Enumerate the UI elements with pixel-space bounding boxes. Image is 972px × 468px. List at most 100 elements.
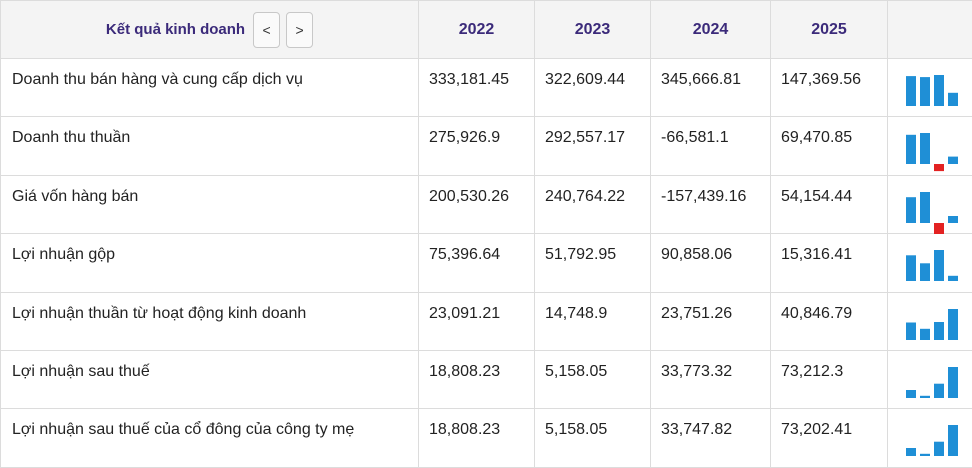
year-header-2023: 2023	[535, 1, 651, 59]
spark-bar-2025	[948, 367, 958, 398]
sparkline-chart	[888, 409, 972, 467]
row-label-cell: Lợi nhuận sau thuế	[1, 350, 419, 408]
spark-bar-2022	[906, 197, 916, 223]
row-label: Lợi nhuận sau thuế	[1, 351, 418, 381]
sparkline-chart	[888, 59, 972, 117]
spark-bar-2023	[920, 192, 930, 223]
value-2025: 40,846.79	[771, 293, 887, 323]
sparkline-cell	[888, 234, 972, 292]
value-2022: 18,808.23	[419, 409, 534, 439]
value-cell: 54,154.44	[771, 175, 888, 233]
section-title: Kết quả kinh doanh	[106, 21, 245, 38]
value-2025: 54,154.44	[771, 176, 887, 206]
value-cell: 322,609.44	[535, 59, 651, 117]
row-label: Doanh thu thuần	[1, 117, 418, 147]
sparkline-chart	[888, 351, 972, 409]
spark-bar-2022	[906, 76, 916, 106]
value-2023: 240,764.22	[535, 176, 650, 206]
spark-bar-2022	[906, 135, 916, 164]
row-label-cell: Doanh thu bán hàng và cung cấp dịch vụ	[1, 59, 419, 117]
value-2022: 18,808.23	[419, 351, 534, 381]
spark-bar-2025	[948, 157, 958, 164]
spark-bar-2022	[906, 448, 916, 456]
next-period-button[interactable]: >	[286, 12, 313, 48]
row-label-cell: Lợi nhuận thuần từ hoạt động kinh doanh	[1, 292, 419, 350]
value-cell: 51,792.95	[535, 234, 651, 292]
value-2025: 73,212.3	[771, 351, 887, 381]
value-2022: 200,530.26	[419, 176, 534, 206]
spark-bar-2024	[934, 322, 944, 340]
spark-bar-2022	[906, 255, 916, 281]
value-cell: 75,396.64	[419, 234, 535, 292]
row-label-cell: Lợi nhuận sau thuế của cổ đông của công …	[1, 409, 419, 467]
spark-bar-2023	[920, 396, 930, 398]
value-cell: 33,773.32	[651, 350, 771, 408]
value-2024: 33,747.82	[651, 409, 770, 439]
spark-bar-2025	[948, 93, 958, 106]
row-label: Lợi nhuận thuần từ hoạt động kinh doanh	[1, 293, 418, 323]
value-2022: 333,181.45	[419, 59, 534, 89]
sparkline-cell	[888, 175, 972, 233]
sparkline-cell	[888, 117, 972, 175]
table-row: Doanh thu thuần275,926.9292,557.17-66,58…	[1, 117, 972, 175]
value-2023: 5,158.05	[535, 351, 650, 381]
sparkline-cell	[888, 409, 972, 467]
value-cell: 15,316.41	[771, 234, 888, 292]
value-cell: 23,091.21	[419, 292, 535, 350]
value-2022: 23,091.21	[419, 293, 534, 323]
sparkline-cell	[888, 59, 972, 117]
spark-bar-2024	[934, 223, 944, 234]
value-cell: 73,202.41	[771, 409, 888, 467]
value-cell: 90,858.06	[651, 234, 771, 292]
value-2025: 147,369.56	[771, 59, 887, 89]
value-2023: 322,609.44	[535, 59, 650, 89]
value-cell: 18,808.23	[419, 350, 535, 408]
header-row: Kết quả kinh doanh < > 2022 2023 2024 20…	[1, 1, 972, 59]
value-cell: 69,470.85	[771, 117, 888, 175]
spark-bar-2025	[948, 309, 958, 340]
value-cell: 5,158.05	[535, 350, 651, 408]
row-label: Lợi nhuận gộp	[1, 234, 418, 264]
table-row: Giá vốn hàng bán200,530.26240,764.22-157…	[1, 175, 972, 233]
row-label-cell: Giá vốn hàng bán	[1, 175, 419, 233]
row-label-cell: Lợi nhuận gộp	[1, 234, 419, 292]
value-2022: 275,926.9	[419, 117, 534, 147]
prev-period-button[interactable]: <	[253, 12, 280, 48]
value-2023: 5,158.05	[535, 409, 650, 439]
sparkline-chart	[888, 176, 972, 234]
sparkline-cell	[888, 350, 972, 408]
value-cell: 14,748.9	[535, 292, 651, 350]
spark-bar-2025	[948, 425, 958, 456]
value-2024: 23,751.26	[651, 293, 770, 323]
spark-bar-2022	[906, 322, 916, 340]
value-cell: 275,926.9	[419, 117, 535, 175]
value-2025: 69,470.85	[771, 117, 887, 147]
spark-bar-2023	[920, 133, 930, 164]
value-cell: 5,158.05	[535, 409, 651, 467]
spark-bar-2025	[948, 216, 958, 223]
year-header-2025: 2025	[771, 1, 888, 59]
value-cell: 147,369.56	[771, 59, 888, 117]
spark-bar-2024	[934, 384, 944, 398]
sparkline-chart	[888, 293, 972, 351]
value-cell: 345,666.81	[651, 59, 771, 117]
sparkline-header	[888, 1, 972, 59]
table-row: Lợi nhuận gộp75,396.6451,792.9590,858.06…	[1, 234, 972, 292]
row-label: Giá vốn hàng bán	[1, 176, 418, 206]
spark-bar-2024	[934, 164, 944, 171]
value-cell: 240,764.22	[535, 175, 651, 233]
row-label: Lợi nhuận sau thuế của cổ đông của công …	[1, 409, 418, 439]
spark-bar-2024	[934, 442, 944, 456]
value-2024: -66,581.1	[651, 117, 770, 147]
value-2023: 292,557.17	[535, 117, 650, 147]
year-header-2024: 2024	[651, 1, 771, 59]
spark-bar-2022	[906, 390, 916, 398]
value-cell: 40,846.79	[771, 292, 888, 350]
row-label-cell: Doanh thu thuần	[1, 117, 419, 175]
row-label: Doanh thu bán hàng và cung cấp dịch vụ	[1, 59, 418, 89]
value-2024: 90,858.06	[651, 234, 770, 264]
value-2022: 75,396.64	[419, 234, 534, 264]
value-cell: -157,439.16	[651, 175, 771, 233]
value-2024: 345,666.81	[651, 59, 770, 89]
value-cell: 23,751.26	[651, 292, 771, 350]
